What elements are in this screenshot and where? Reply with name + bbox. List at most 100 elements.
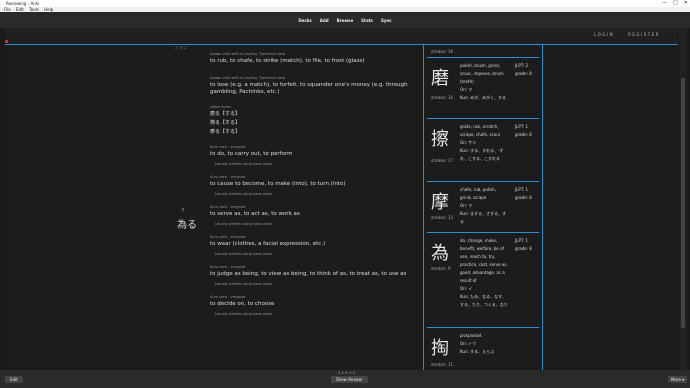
kanji-meanings: do, change, make, benefit, welfare, be o…	[460, 238, 508, 283]
form-item: 擦る【する】	[210, 120, 241, 126]
kanji-meanings: pickpocket	[460, 333, 482, 338]
kanji-on: On: マ	[460, 203, 473, 208]
nav-stats[interactable]: Stats	[361, 18, 373, 23]
sense-note: Usually written using kana alone	[215, 192, 273, 196]
scrollbar[interactable]	[679, 28, 687, 370]
jlpt-level: JLPT: 1	[515, 124, 528, 129]
kanji-card[interactable]: 掏 strokes: 11 pickpocket On: トウ Kun: する、…	[427, 328, 539, 370]
other-forms-label: Other forms	[210, 105, 232, 109]
kanji-char: 摩	[431, 192, 449, 213]
nav-decks[interactable]: Decks	[298, 18, 311, 23]
jlpt-level: JLPT: 2	[515, 63, 528, 68]
login-link[interactable]: LOGIN	[594, 32, 614, 37]
sense-gloss: to judge as being, to view as being, to …	[210, 271, 407, 277]
sense-note: Usually written using kana alone	[215, 282, 273, 286]
form-item: 磨る【する】	[210, 111, 241, 117]
kanji-card[interactable]: strokes: 16	[427, 45, 539, 58]
card-header: LOGIN REGISTER	[5, 28, 678, 44]
word-heading: す 為る	[177, 207, 197, 232]
kanji-meanings: grate, rub, scratch, scrape, chafe, scou…	[460, 124, 501, 137]
sense-pos: Suru verb - irregular	[210, 145, 246, 149]
sense-gloss: to serve as, to act as, to work as	[210, 211, 300, 217]
word-text: 為る	[177, 220, 197, 231]
sense-gloss: to wear (clothes, a facial expression, e…	[210, 241, 326, 247]
show-answer-button[interactable]: Show Answer	[331, 376, 368, 383]
kanji-char: 擦	[431, 129, 449, 150]
sense-1: Godan verb with ru ending, Transitive ve…	[210, 52, 420, 65]
sense-4: Suru verb - irregular to cause to become…	[210, 175, 420, 196]
kanji-meta: do, change, make, benefit, welfare, be o…	[460, 237, 508, 309]
other-forms: Other forms 磨る【する】 擦る【する】 摩る【する】	[210, 105, 420, 136]
kanji-card[interactable]: 磨 strokes: 16 polish, brush, grind, scou…	[427, 58, 539, 119]
kanji-level: JLPT: 1 grade: 8	[515, 123, 537, 139]
stroke-count: strokes: 11	[431, 362, 454, 367]
kanji-on: On: サツ	[460, 140, 477, 145]
minimize-icon[interactable]: —	[662, 0, 667, 7]
kanji-char: 為	[431, 243, 449, 264]
kanji-char: 磨	[431, 68, 449, 89]
furigana: す	[181, 207, 185, 212]
kanji-meta: pickpocket On: トウ Kun: する、えらぶ	[460, 332, 508, 356]
kanji-card[interactable]: 擦 strokes: 17 grate, rub, scratch, scrap…	[427, 119, 539, 182]
kanji-level: JLPT: 1 grade: 8	[515, 237, 537, 253]
sense-pos: Suru verb - irregular	[210, 265, 246, 269]
kanji-panel: strokes: 16 磨 strokes: 16 polish, brush,…	[423, 45, 543, 370]
kanji-kun: Kun: みが、みがく、する	[460, 95, 507, 100]
kanji-meta: polish, brush, grind, scour, improve, br…	[460, 62, 508, 102]
kanji-kun: Kun: する、すれる、-ずれ、こする、こすれる	[460, 148, 504, 161]
sense-pos: Suru verb - irregular	[210, 235, 246, 239]
sense-7: Suru verb - irregular to judge as being,…	[210, 265, 420, 286]
sense-8: Suru verb - irregular to decide on, to c…	[210, 295, 420, 316]
senses-list: Godan verb with ru ending, Transitive ve…	[210, 50, 420, 316]
sense-3: Suru verb - irregular to do, to carry ou…	[210, 145, 420, 166]
sense-note: Usually written using kana alone	[215, 162, 273, 166]
sense-note: Usually written using kana alone	[215, 252, 273, 256]
kanji-meta: grate, rub, scratch, scrape, chafe, scou…	[460, 123, 508, 163]
kanji-char: 掏	[431, 338, 449, 359]
grade-level: grade: 8	[515, 246, 532, 251]
maximize-icon[interactable]: □	[673, 0, 678, 7]
kanji-on: On: マ	[460, 87, 473, 92]
kanji-level: JLPT: 1 grade: 8	[515, 186, 537, 202]
sense-note: Usually written using kana alone	[215, 312, 273, 316]
card-content: ｽﾞﾝｱ ｽﾞ す 為る Godan verb with ru ending, …	[5, 45, 678, 370]
sense-gloss: to rub, to chafe, to strike (match), to …	[210, 58, 365, 64]
edit-button[interactable]: Edit	[5, 376, 23, 383]
kanji-kun: Kun: ため、なる、なす、する、たり、つくる、なり	[460, 294, 508, 307]
kanji-meanings: polish, brush, grind, scour, improve, br…	[460, 63, 504, 84]
nav-add[interactable]: Add	[320, 18, 329, 23]
grade-level: grade: 8	[515, 71, 532, 76]
sense-6: Suru verb - irregular to wear (clothes, …	[210, 235, 420, 256]
close-icon[interactable]: ✕	[684, 0, 688, 7]
window-titlebar: Reviewing - Anki — □ ✕	[0, 0, 690, 7]
more-button[interactable]: More ▾	[668, 376, 688, 383]
nav-sync[interactable]: Sync	[381, 18, 392, 23]
stroke-count: strokes: 16	[431, 49, 454, 54]
stroke-count: strokes: 9	[431, 266, 451, 271]
stroke-count: strokes: 17	[431, 158, 454, 163]
bottom-bar: 1 + 0 + 1 Edit Show Answer More ▾	[0, 370, 690, 388]
sense-5: Suru verb - irregular to serve as, to ac…	[210, 205, 420, 226]
kanji-card[interactable]: 摩 strokes: 15 chafe, rub, polish, grind,…	[427, 182, 539, 233]
register-link[interactable]: REGISTER	[628, 32, 660, 37]
kanji-on: On: イ	[460, 286, 473, 291]
sense-note: Usually written using kana alone	[215, 222, 273, 226]
kanji-card[interactable]: 為 strokes: 9 do, change, make, benefit, …	[427, 233, 539, 328]
scrollbar-thumb[interactable]	[681, 78, 685, 328]
jlpt-level: JLPT: 1	[515, 238, 528, 243]
sense-pos: Godan verb with ru ending, Transitive ve…	[210, 52, 286, 56]
sense-pos: Suru verb - irregular	[210, 205, 246, 209]
kanji-on: On: トウ	[460, 341, 477, 346]
sense-2: Godan verb with ru ending, Transitive ve…	[210, 76, 420, 96]
window-title: Reviewing - Anki	[6, 1, 40, 6]
stroke-count: strokes: 15	[431, 215, 454, 220]
grade-level: grade: 8	[515, 132, 532, 137]
kanji-kun: Kun: する、えらぶ	[460, 349, 495, 354]
top-fragment: ｽﾞﾝｱ ｽﾞ	[175, 45, 189, 50]
sense-pos: Suru verb - irregular	[210, 175, 246, 179]
stroke-count: strokes: 16	[431, 95, 454, 100]
kanji-meanings: chafe, rub, polish, grind, scrape	[460, 187, 496, 200]
form-item: 摩る【する】	[210, 129, 241, 135]
sense-gloss: to do, to carry out, to perform	[210, 151, 293, 157]
nav-browse[interactable]: Browse	[337, 18, 354, 23]
